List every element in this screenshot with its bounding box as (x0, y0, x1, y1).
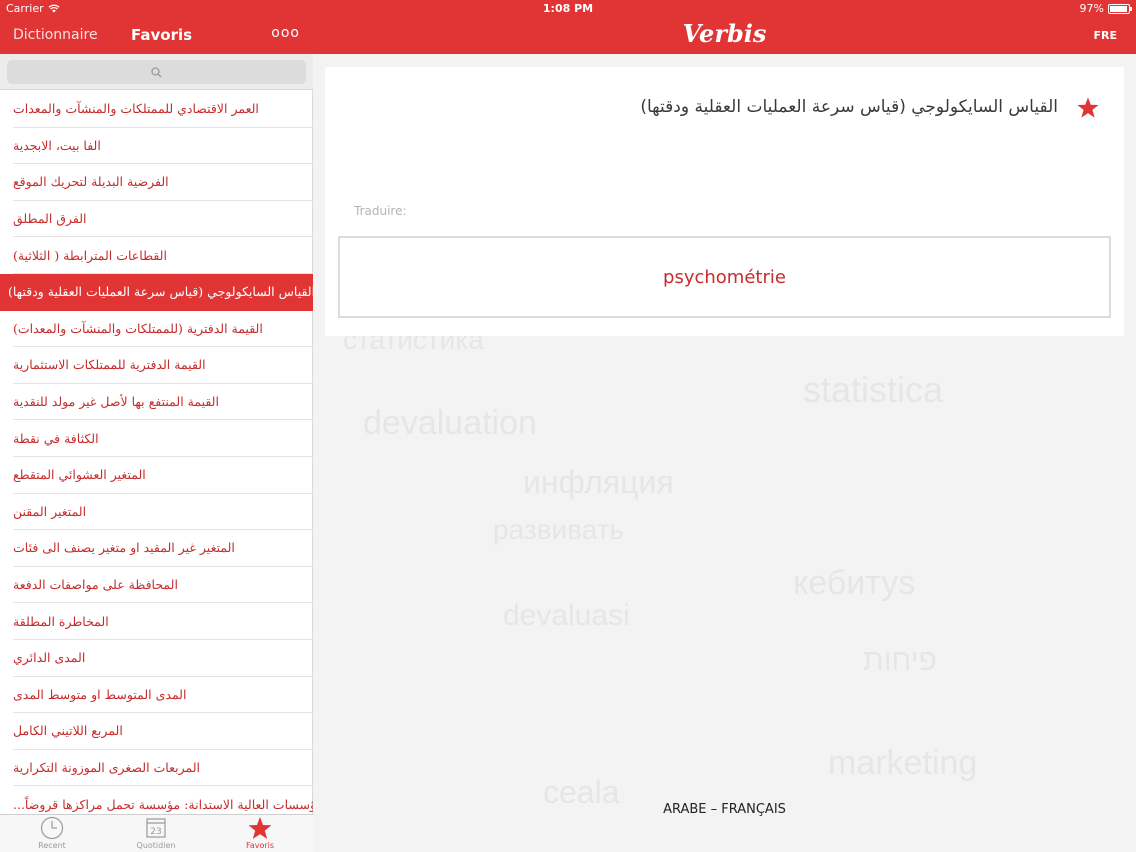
favorite-star-icon[interactable] (1076, 96, 1100, 119)
entry-term: القياس السايكولوجي (قياس سرعة العمليات ا… (640, 97, 1058, 117)
app-logo: Verbis (682, 19, 767, 48)
list-item[interactable]: القياس السايكولوجي (قياس سرعة العمليات ا… (0, 273, 313, 311)
list-item[interactable]: القيمة الدفترية (للممتلكات والمنشآت والم… (13, 311, 313, 348)
sidebar: Dictionnaire Favoris ooo العمر الاقتصادي… (0, 0, 313, 852)
cloud-word: statistica (803, 369, 944, 410)
cloud-word: devaluation (363, 404, 537, 442)
list-item[interactable]: المؤسسات العالية الاستدانة: مؤسسة تحمل م… (13, 786, 313, 814)
language-pair-label: ARABE – FRANÇAIS (663, 802, 786, 817)
tab-quotidien[interactable]: 23 Quotidien (116, 815, 196, 852)
list-item[interactable]: المدى المتوسط او متوسط المدى (13, 677, 313, 714)
more-button[interactable]: ooo (271, 25, 300, 41)
sidebar-nav-bar: Dictionnaire Favoris ooo (0, 18, 313, 54)
list-item[interactable]: الفرضية البديلة لتحريك الموقع (13, 164, 313, 201)
cloud-word: devaluasi (503, 599, 630, 632)
translation-text: psychométrie (663, 266, 786, 288)
tab-quotidien-label: Quotidien (136, 841, 176, 850)
cloud-word: marketing (828, 744, 978, 782)
search-bar-container (0, 54, 313, 90)
list-item[interactable]: المتغير غير المقيد او متغير يصنف الى فئا… (13, 530, 313, 567)
list-item[interactable]: المحافظة على مواصفات الدفعة (13, 567, 313, 604)
main-panel: Verbis FRE статистика statistica devaluati… (313, 0, 1136, 852)
list-item[interactable]: القيمة الدفترية للممتلكات الاستثمارية (13, 347, 313, 384)
tab-favoris[interactable]: Favoris (220, 815, 300, 852)
list-item[interactable]: المخاطرة المطلقة (13, 603, 313, 640)
cloud-word: פיחות (863, 644, 937, 677)
list-item[interactable]: الفا بيت، الابجدية (13, 128, 313, 165)
tab-bar: Recent 23 Quotidien Favoris (0, 814, 313, 852)
status-right: 97% (1079, 2, 1132, 15)
sidebar-title: Favoris (131, 26, 193, 44)
battery-fill (1110, 5, 1128, 12)
list-item[interactable]: المتغير المقنن (13, 494, 313, 531)
calendar-badge: 23 (150, 827, 161, 837)
list-item[interactable]: المربعات الصغرى الموزونة التكرارية (13, 750, 313, 787)
language-button[interactable]: FRE (1094, 29, 1118, 42)
clock-icon (40, 816, 64, 840)
tab-recent-label: Recent (38, 841, 66, 850)
tab-favoris-label: Favoris (245, 841, 275, 850)
search-icon (151, 66, 162, 77)
calendar-icon: 23 (146, 818, 166, 838)
translation-box: psychométrie (338, 236, 1111, 318)
term-list: العمر الاقتصادي للممتلكات والمنشآت والمع… (0, 91, 313, 814)
list-item[interactable]: المدى الدائري (13, 640, 313, 677)
tab-recent[interactable]: Recent (12, 815, 92, 852)
list-item[interactable]: الفرق المطلق (13, 201, 313, 238)
list-item[interactable]: الكثافة في نقطة (13, 420, 313, 457)
translate-label: Traduire: (354, 204, 407, 218)
status-time: 1:08 PM (542, 2, 594, 15)
list-item[interactable]: القيمة المنتفع بها لأصل غير مولد للنقدية (13, 384, 313, 421)
cloud-word: развивать (493, 514, 625, 545)
star-icon (248, 817, 272, 839)
cloud-word: инфляция (523, 464, 674, 500)
dictionary-button[interactable]: Dictionnaire (13, 27, 98, 43)
entry-card: القياس السايكولوجي (قياس سرعة العمليات ا… (325, 67, 1124, 336)
search-input[interactable] (7, 60, 306, 84)
battery-icon (1108, 3, 1132, 14)
list-item[interactable]: المتغير العشوائي المتقطع (13, 457, 313, 494)
list-item[interactable]: العمر الاقتصادي للممتلكات والمنشآت والمع… (13, 91, 313, 128)
cloud-word: кебитуs (793, 564, 916, 602)
list-item[interactable]: القطاعات المترابطة ( الثلاثية) (13, 237, 313, 274)
battery-percent: 97% (1079, 2, 1104, 15)
main-nav-bar: Verbis FRE (313, 18, 1136, 54)
list-item[interactable]: المربع اللاتيني الكامل (13, 713, 313, 750)
status-bar: Carrier 1:08 PM 97% (0, 0, 1136, 18)
